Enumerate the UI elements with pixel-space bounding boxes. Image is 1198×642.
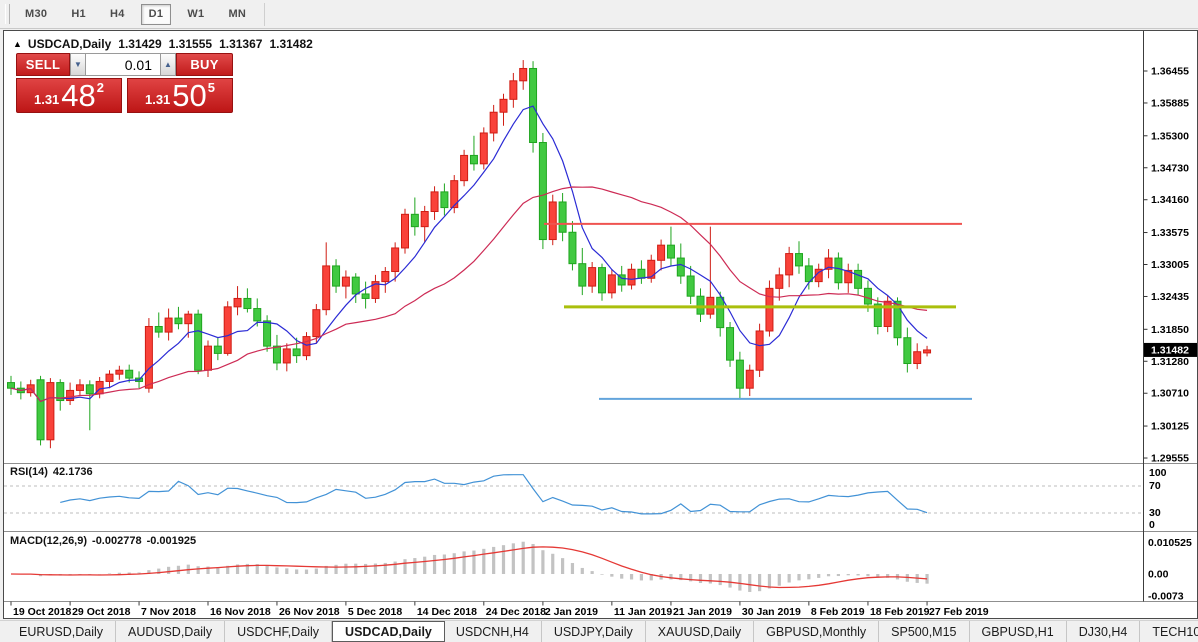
date-axis-label: 2 Jan 2019 <box>545 606 598 618</box>
date-axis-label: 29 Oct 2018 <box>72 606 131 618</box>
timeframe-button-m30[interactable]: M30 <box>17 4 55 25</box>
date-axis-label: 7 Nov 2018 <box>141 606 196 618</box>
tab-tech100-h1[interactable]: TECH100,H1 <box>1140 621 1198 642</box>
tab-gbpusd-h1[interactable]: GBPUSD,H1 <box>970 621 1067 642</box>
rsi-axis-label: 100 <box>1149 467 1167 479</box>
date-axis-label: 30 Jan 2019 <box>742 606 801 618</box>
price-axis-label: 1.36455 <box>1151 66 1189 78</box>
price-axis-label: 1.34730 <box>1151 162 1189 174</box>
price-axis-label: 1.35300 <box>1151 130 1189 142</box>
price-axis-label: 1.32435 <box>1151 291 1189 303</box>
price-axis-label: 1.31850 <box>1151 324 1189 336</box>
tab-eurusd-daily[interactable]: EURUSD,Daily <box>7 621 116 642</box>
macd-axis-label: 0.010525 <box>1148 537 1192 549</box>
price-axis-label: 1.30710 <box>1151 388 1189 400</box>
macd-axis-label: 0.00 <box>1148 569 1169 581</box>
tab-usdjpy-daily[interactable]: USDJPY,Daily <box>542 621 646 642</box>
price-axis-label: 1.30125 <box>1151 421 1189 433</box>
date-axis-label: 8 Feb 2019 <box>811 606 865 618</box>
tab-audusd-daily[interactable]: AUDUSD,Daily <box>116 621 225 642</box>
chart-tabs-bar: EURUSD,DailyAUDUSD,DailyUSDCHF,DailyUSDC… <box>0 620 1198 642</box>
tab-gbpusd-monthly[interactable]: GBPUSD,Monthly <box>754 621 879 642</box>
macd-axis-label: -0.0073 <box>1148 590 1184 602</box>
tab-usdchf-daily[interactable]: USDCHF,Daily <box>225 621 332 642</box>
rsi-axis-label: 70 <box>1149 480 1161 492</box>
macd-pane-title: MACD(12,26,9)-0.002778-0.001925 <box>10 535 196 547</box>
timeframe-button-h1[interactable]: H1 <box>63 4 94 25</box>
toolbar-divider <box>264 3 265 26</box>
date-axis-label: 24 Dec 2018 <box>486 606 546 618</box>
macd-histogram <box>11 542 927 592</box>
date-axis-label: 14 Dec 2018 <box>417 606 477 618</box>
tab-usdcad-daily[interactable]: USDCAD,Daily <box>332 621 445 642</box>
date-axis-label: 21 Jan 2019 <box>673 606 732 618</box>
date-axis-label: 19 Oct 2018 <box>13 606 72 618</box>
date-axis-label: 11 Jan 2019 <box>614 606 673 618</box>
tab-sp500-m15[interactable]: SP500,M15 <box>879 621 969 642</box>
price-axis-label: 1.31280 <box>1151 356 1189 368</box>
candlesticks <box>8 60 931 448</box>
tab-xauusd-daily[interactable]: XAUUSD,Daily <box>646 621 754 642</box>
price-axis-label: 1.34160 <box>1151 194 1189 206</box>
timeframe-button-d1[interactable]: D1 <box>141 4 172 25</box>
current-price-badge-label: 1.31482 <box>1151 344 1189 356</box>
timeframe-button-mn[interactable]: MN <box>220 4 254 25</box>
date-axis-label: 5 Dec 2018 <box>348 606 402 618</box>
price-axis-label: 1.35885 <box>1151 97 1189 109</box>
price-axis-label: 1.29555 <box>1151 453 1189 465</box>
price-axis-label: 1.33005 <box>1151 259 1189 271</box>
date-axis-label: 27 Feb 2019 <box>929 606 989 618</box>
timeframe-toolbar: M30 H1 H4 D1 W1 MN <box>0 0 1198 29</box>
rsi-line <box>60 475 927 514</box>
date-axis-label: 26 Nov 2018 <box>279 606 340 618</box>
chart-canvas[interactable]: 1.36455 1.35885 1.35300 1.34730 1.34160 1.335… <box>4 31 1197 618</box>
date-axis-label: 16 Nov 2018 <box>210 606 271 618</box>
timeframe-button-h4[interactable]: H4 <box>102 4 133 25</box>
tab-dj30-h4[interactable]: DJ30,H4 <box>1067 621 1141 642</box>
toolbar-grip-icon[interactable] <box>5 4 10 24</box>
rsi-axis-label: 0 <box>1149 519 1155 531</box>
timeframe-button-w1[interactable]: W1 <box>179 4 212 25</box>
rsi-axis-label: 30 <box>1149 507 1161 519</box>
tab-usdcnh-h4[interactable]: USDCNH,H4 <box>444 621 542 642</box>
price-axis-label: 1.33575 <box>1151 227 1189 239</box>
rsi-pane-title: RSI(14)42.1736 <box>10 466 93 478</box>
chart-window: ▲ USDCAD,Daily 1.31429 1.31555 1.31367 1… <box>3 30 1198 619</box>
date-axis-label: 18 Feb 2019 <box>870 606 930 618</box>
